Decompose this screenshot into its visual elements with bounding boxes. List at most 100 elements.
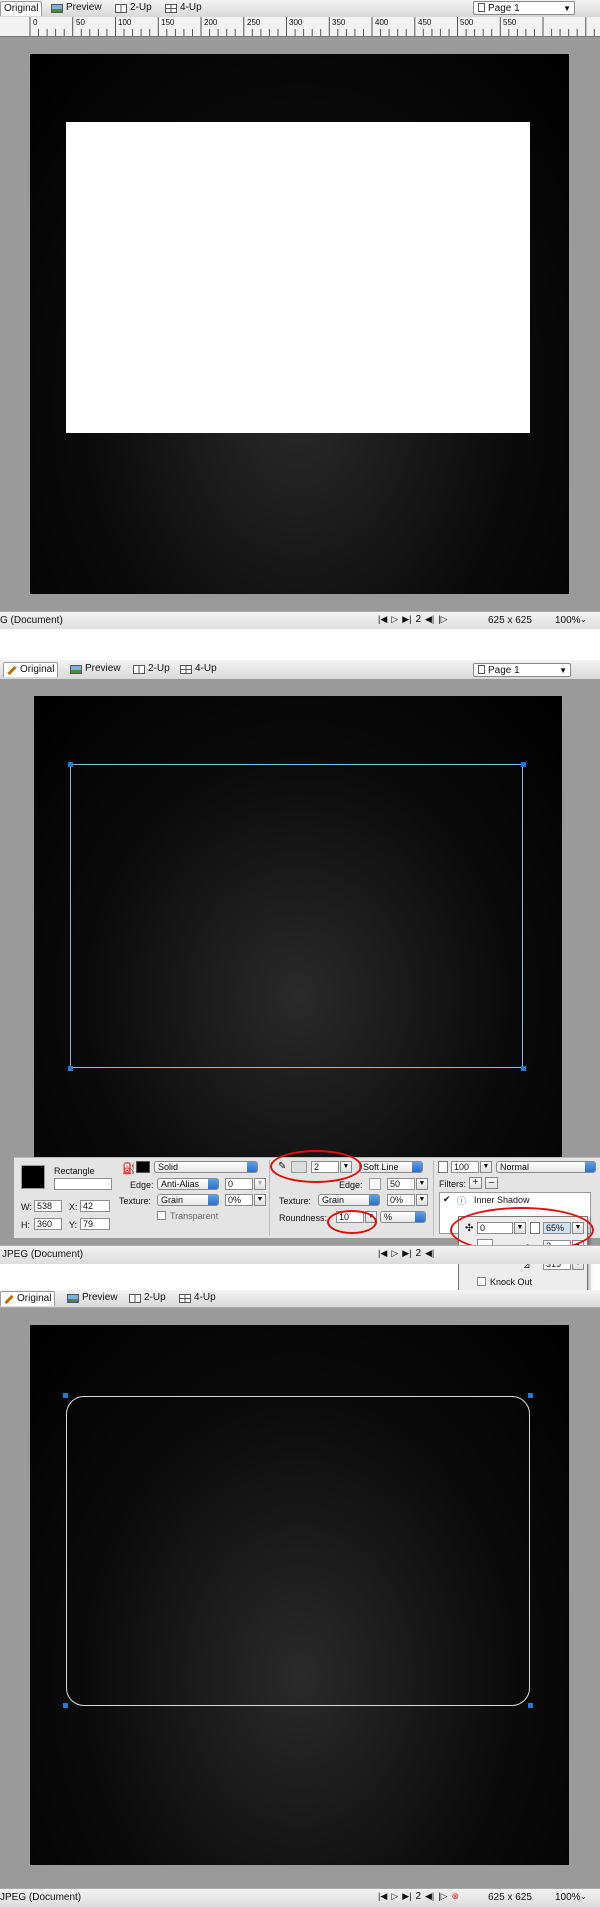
view-tabs: Original Preview 2-Up 4-Up	[0, 1290, 600, 1308]
ruler-label: 250	[247, 18, 261, 27]
selection-handle[interactable]	[63, 1703, 68, 1708]
chevron-down-icon[interactable]: ▼	[416, 1194, 428, 1206]
tab-original-label: Original	[4, 3, 39, 14]
preview-icon	[51, 3, 63, 13]
first-frame-button[interactable]: |◀	[378, 1891, 387, 1902]
edge-value-field[interactable]: 0	[225, 1178, 253, 1190]
y-field[interactable]: 79	[80, 1218, 110, 1230]
roundness-unit-select[interactable]: %	[380, 1211, 426, 1223]
next-frame-button[interactable]: |▷	[438, 614, 447, 625]
fill-type-label: Solid	[158, 1162, 179, 1172]
filter-enabled-check[interactable]: ✔	[443, 1194, 451, 1205]
edge-select[interactable]: Anti-Alias	[157, 1178, 219, 1190]
tab-preview[interactable]: Preview	[64, 1291, 121, 1305]
remove-filter-button[interactable]: –	[485, 1177, 498, 1189]
next-frame-button[interactable]: |▷	[438, 1891, 447, 1902]
last-frame-button[interactable]: ▶|	[402, 614, 411, 625]
tab-preview[interactable]: Preview	[67, 662, 124, 676]
blend-mode-select[interactable]: Normal	[496, 1161, 596, 1173]
page-select[interactable]: Page 1 ▼	[473, 1, 575, 15]
page-select[interactable]: Page 1 ▼	[473, 663, 571, 677]
tab-original[interactable]: Original	[0, 1291, 56, 1306]
zoom-menu[interactable]: 100%	[555, 1892, 581, 1903]
selection-handle[interactable]	[528, 1393, 533, 1398]
frame-controls: |◀ ▷ ▶| 2 ◀|	[378, 1248, 434, 1259]
tab-preview-label: Preview	[66, 2, 102, 13]
tab-original[interactable]: Original	[0, 1, 43, 16]
paint-bucket-icon[interactable]: ⛽	[122, 1162, 136, 1175]
chevron-down-icon: ⌄	[580, 1892, 587, 1901]
stroke-texture-select[interactable]: Grain	[318, 1194, 380, 1206]
w-label: W:	[21, 1202, 32, 1212]
panel-divider	[269, 1160, 270, 1236]
chevron-down-icon[interactable]: ▼	[254, 1178, 266, 1190]
selection-handle[interactable]	[68, 762, 73, 767]
canvas-size: 625 x 625	[488, 615, 532, 626]
selection-handle[interactable]	[521, 1066, 526, 1071]
page-select-label: Page 1	[488, 665, 520, 676]
x-field[interactable]: 42	[80, 1200, 110, 1212]
tab-2up[interactable]: 2-Up	[126, 1291, 169, 1305]
highlight-ellipse	[327, 1210, 377, 1234]
stroke-type-select[interactable]: Soft Line	[359, 1161, 423, 1173]
object-name-field[interactable]	[54, 1178, 112, 1190]
tab-preview-label: Preview	[85, 663, 121, 674]
texture-select[interactable]: Grain	[157, 1194, 219, 1206]
pencil-icon	[7, 665, 17, 675]
chevron-down-icon[interactable]: ▼	[416, 1178, 428, 1190]
last-frame-button[interactable]: ▶|	[402, 1248, 411, 1259]
prev-frame-button[interactable]: ◀|	[425, 1248, 434, 1259]
view-tabs: Original Preview 2-Up 4-Up Page 1 ▼	[0, 0, 600, 18]
add-filter-button[interactable]: +	[469, 1177, 482, 1189]
selection-handle[interactable]	[68, 1066, 73, 1071]
tab-2up[interactable]: 2-Up	[130, 662, 173, 676]
tab-preview[interactable]: Preview	[48, 1, 105, 15]
four-up-icon	[179, 1293, 191, 1303]
status-bar: JPEG (Document) |◀ ▷ ▶| 2 ◀| |▷ ⊗ 625 x …	[0, 1888, 600, 1907]
first-frame-button[interactable]: |◀	[378, 1248, 387, 1259]
texture-amount-field[interactable]: 0%	[225, 1194, 253, 1206]
info-icon[interactable]: ⓘ	[457, 1194, 466, 1207]
opacity-field[interactable]: 100	[451, 1161, 479, 1173]
play-button[interactable]: ▷	[391, 1248, 398, 1259]
tab-4up[interactable]: 4-Up	[162, 1, 205, 15]
last-frame-button[interactable]: ▶|	[402, 1891, 411, 1902]
rounded-rectangle[interactable]	[66, 1396, 530, 1706]
tab-4up-label: 4-Up	[194, 1292, 216, 1303]
play-button[interactable]: ▷	[391, 1891, 398, 1902]
play-button[interactable]: ▷	[391, 614, 398, 625]
first-frame-button[interactable]: |◀	[378, 614, 387, 625]
tab-original[interactable]: Original	[3, 662, 59, 677]
fill-color-swatch[interactable]	[136, 1161, 150, 1173]
frame-controls: |◀ ▷ ▶| 2 ◀| |▷	[378, 614, 448, 625]
selection-handle[interactable]	[63, 1393, 68, 1398]
prev-frame-button[interactable]: ◀|	[425, 614, 434, 625]
height-field[interactable]: 360	[34, 1218, 62, 1230]
width-field[interactable]: 538	[34, 1200, 62, 1212]
prev-frame-button[interactable]: ◀|	[425, 1891, 434, 1902]
object-thumbnail	[21, 1165, 45, 1189]
white-rectangle[interactable]	[66, 122, 530, 433]
stroke-texture-field[interactable]: 0%	[387, 1194, 415, 1206]
status-bar: JPEG (Document) |◀ ▷ ▶| 2 ◀|	[0, 1245, 600, 1264]
zoom-menu[interactable]: 100%	[555, 615, 581, 626]
page-icon	[478, 665, 485, 674]
panel-divider	[433, 1160, 434, 1236]
knock-out-checkbox[interactable]	[477, 1277, 486, 1286]
tab-2up[interactable]: 2-Up	[112, 1, 155, 15]
chevron-down-icon[interactable]: ▼	[254, 1194, 266, 1206]
tab-4up[interactable]: 4-Up	[176, 1291, 219, 1305]
chevron-down-icon[interactable]: ▼	[480, 1161, 492, 1173]
stroke-edge-label: Edge:	[339, 1180, 363, 1190]
selected-rectangle[interactable]	[70, 764, 523, 1068]
selection-handle[interactable]	[528, 1703, 533, 1708]
page-icon	[478, 3, 485, 12]
transparent-checkbox[interactable]	[157, 1211, 166, 1220]
fill-type-select[interactable]: Solid	[154, 1161, 258, 1173]
stop-icon[interactable]: ⊗	[452, 1891, 460, 1902]
stroke-edge-field[interactable]: 50	[387, 1178, 415, 1190]
filter-name[interactable]: Inner Shadow	[474, 1195, 530, 1205]
tab-2up-label: 2-Up	[148, 663, 170, 674]
tab-4up[interactable]: 4-Up	[177, 662, 220, 676]
selection-handle[interactable]	[521, 762, 526, 767]
